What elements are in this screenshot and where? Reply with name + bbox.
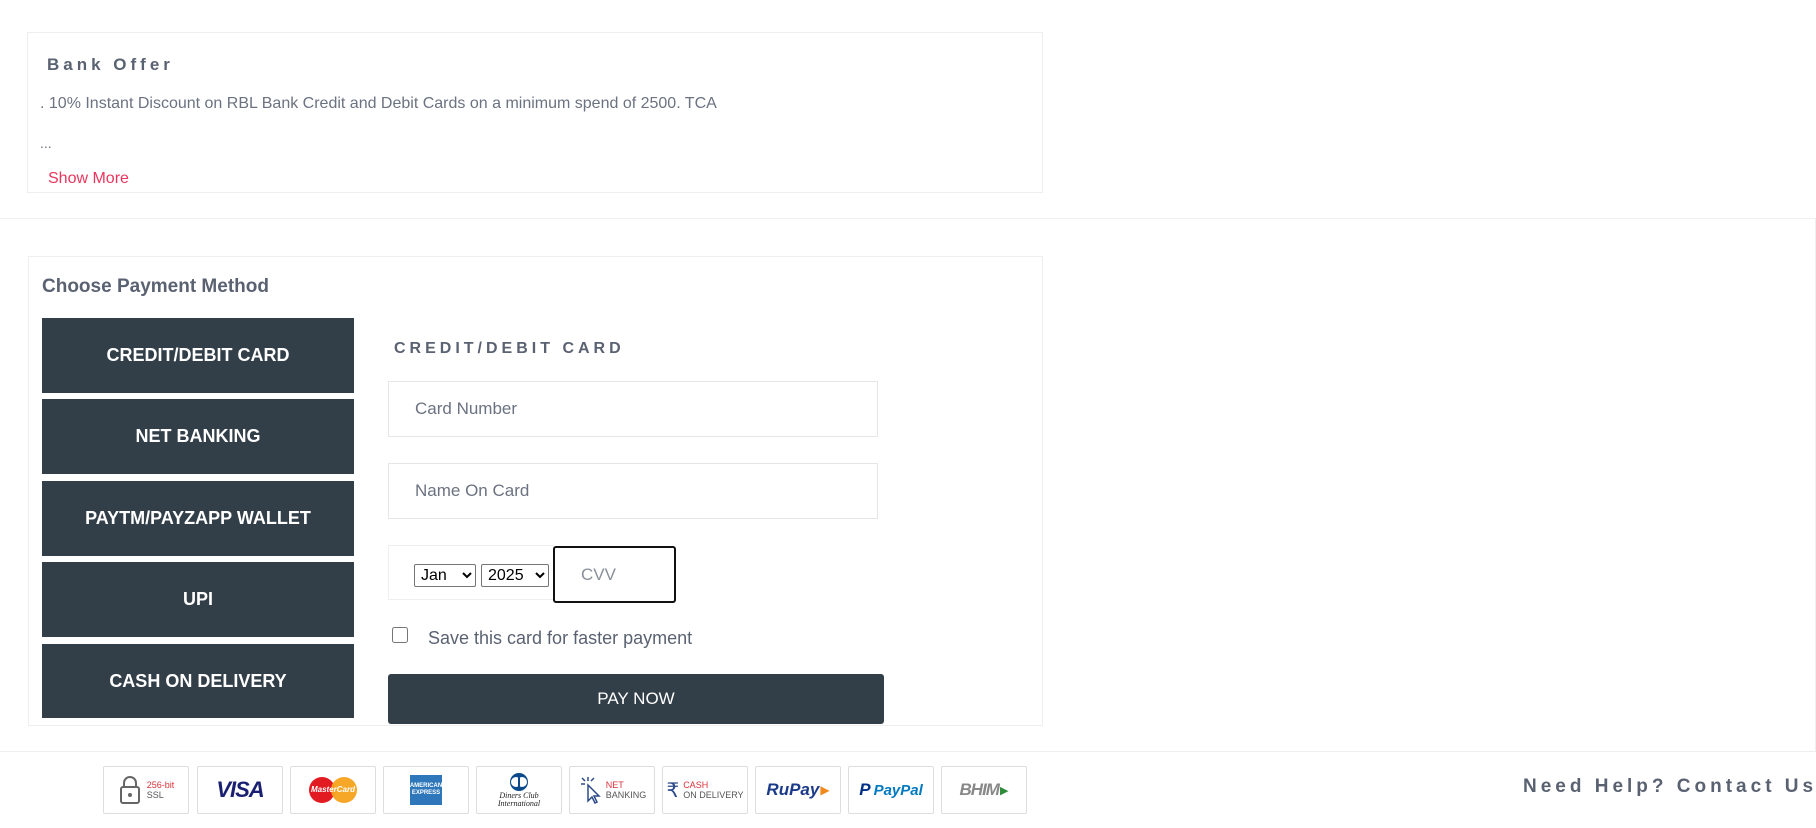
paypal-logo-icon: PayPal [873,781,923,799]
bank-offer-ellipsis: ... [40,135,52,151]
cod-line1: CASH [683,780,709,790]
net-banking-badge: NET BANKING [569,766,655,814]
diners-club-line2: International [497,799,541,808]
method-cash-on-delivery[interactable]: CASH ON DELIVERY [42,644,354,718]
paypal-badge: P PayPal [848,766,934,814]
expiry-year-select[interactable]: 2025 [481,564,549,587]
ssl-badge-line2: SSL [146,790,164,800]
save-card-label: Save this card for faster payment [428,628,693,648]
bhim-logo-icon: BHIM [959,780,1000,799]
visa-badge: VISA [197,766,283,814]
bhim-badge: BHIM ▶ [941,766,1027,814]
bank-offer-title: Bank Offer [47,55,174,74]
rupay-arrow-icon: ▶ [820,783,830,797]
mastercard-badge: MasterCard [290,766,376,814]
card-number-input[interactable] [388,381,878,437]
ssl-lock-icon [119,776,140,804]
mastercard-logo-icon: MasterCard [307,775,359,805]
cvv-input[interactable] [553,546,676,603]
cash-on-delivery-icon: ₹ [666,778,680,802]
cod-line2: ON DELIVERY [683,790,744,800]
name-on-card-input[interactable] [388,463,878,519]
paypal-p-icon: P [859,780,871,799]
show-more-link[interactable]: Show More [48,170,129,188]
mastercard-logo-text: MasterCard [310,785,355,794]
method-paytm-payzapp-wallet[interactable]: PAYTM/PAYZAPP WALLET [42,481,354,556]
cash-on-delivery-badge: ₹ CASH ON DELIVERY [662,766,748,814]
amex-logo-text: AMERICAN EXPRESS [409,783,443,796]
amex-logo-icon: AMERICAN EXPRESS [410,775,442,805]
net-banking-icon [580,777,601,805]
amex-badge: AMERICAN EXPRESS [383,766,469,814]
method-credit-debit-card[interactable]: CREDIT/DEBIT CARD [42,318,354,393]
ssl-badge: 256-bit SSL [103,766,189,814]
expiry-month-select[interactable]: Jan [414,564,476,587]
net-banking-line1: NET [605,780,624,790]
save-card-checkbox[interactable] [392,627,408,643]
contact-us-link[interactable]: Need Help? Contact Us [1523,776,1816,798]
method-net-banking[interactable]: NET BANKING [42,399,354,474]
diners-club-logo-icon [510,773,528,791]
visa-logo-icon: VISA [216,777,264,802]
card-form-title: CREDIT/DEBIT CARD [394,340,625,357]
ssl-badge-line1: 256-bit [146,780,175,790]
net-banking-line2: BANKING [605,790,647,800]
diners-club-badge: Diners Club International [476,766,562,814]
rupay-badge: RuPay ▶ [755,766,841,814]
payment-heading: Choose Payment Method [42,276,269,297]
bhim-arrow-icon: ▶ [999,784,1009,797]
pay-now-button[interactable]: PAY NOW [388,674,884,724]
rupay-logo-icon: RuPay [766,780,820,799]
bank-offer-text: . 10% Instant Discount on RBL Bank Credi… [40,95,717,112]
method-upi[interactable]: UPI [42,562,354,637]
